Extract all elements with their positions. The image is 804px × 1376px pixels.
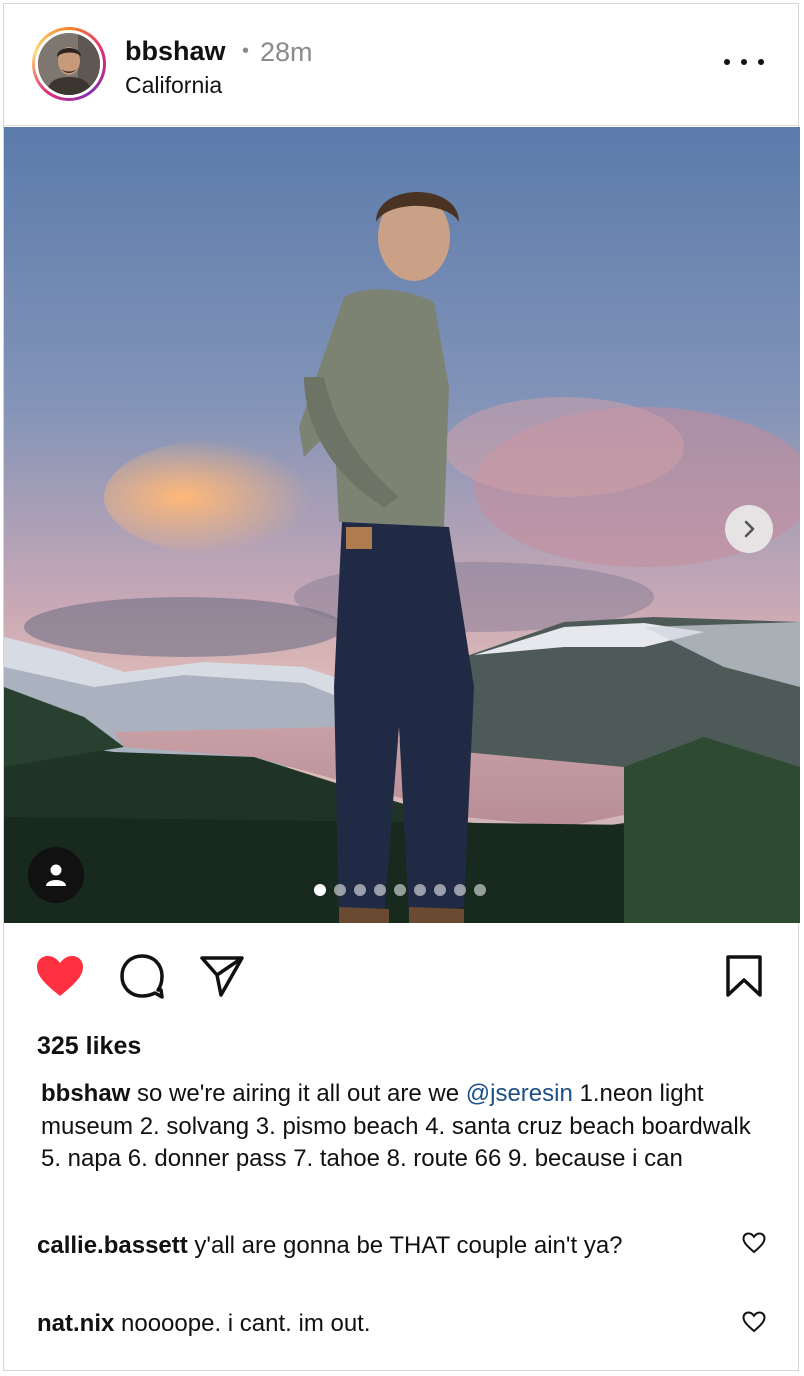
carousel-dot [414, 884, 426, 896]
save-button[interactable] [718, 950, 770, 1002]
carousel-dot [474, 884, 486, 896]
comment-username[interactable]: callie.bassett [37, 1232, 188, 1259]
caption-username[interactable]: bbshaw [41, 1080, 130, 1107]
chevron-right-icon [744, 520, 755, 538]
post-caption: bbshaw so we're airing it all out are we… [41, 1078, 761, 1176]
post-time[interactable]: 28m [260, 37, 313, 68]
comment-text: y'all are gonna be THAT couple ain't ya? [187, 1232, 623, 1259]
comment-icon [120, 954, 164, 999]
heart-outline-icon [742, 1311, 766, 1333]
carousel-dot [354, 884, 366, 896]
carousel-dot [394, 884, 406, 896]
carousel-dot [374, 884, 386, 896]
avatar-image [38, 33, 100, 95]
comment-like-button[interactable] [740, 1308, 768, 1336]
carousel-indicator [314, 884, 486, 898]
user-icon [46, 864, 66, 886]
paper-plane-icon [200, 956, 244, 997]
comment-item: nat.nix noooope. i cant. im out. [37, 1307, 717, 1341]
heart-filled-icon [37, 956, 83, 996]
avatar[interactable] [32, 27, 106, 101]
heart-outline-icon [742, 1232, 766, 1254]
next-slide-button[interactable] [725, 505, 773, 553]
more-horizontal-icon [724, 59, 730, 65]
tagged-users-button[interactable] [28, 847, 84, 903]
post-card: bbshaw • 28m California 325 likes bbshaw… [3, 3, 800, 1371]
comment-button[interactable] [116, 950, 168, 1002]
like-button[interactable] [34, 950, 86, 1002]
caption-text: so we're airing it all out are we [130, 1080, 466, 1107]
share-button[interactable] [196, 950, 248, 1002]
post-location[interactable]: California [125, 72, 222, 99]
likes-count[interactable]: 325 likes [37, 1032, 141, 1061]
post-photo[interactable] [4, 127, 800, 923]
comment-item: callie.bassett y'all are gonna be THAT c… [37, 1229, 717, 1263]
separator-dot: • [242, 40, 250, 62]
carousel-dot [434, 884, 446, 896]
post-header: bbshaw • 28m California [4, 4, 798, 126]
carousel-dot [314, 884, 326, 896]
post-username[interactable]: bbshaw [125, 36, 226, 67]
caption-mention[interactable]: @jseresin [466, 1080, 573, 1107]
comment-username[interactable]: nat.nix [37, 1310, 114, 1337]
comment-text: noooope. i cant. im out. [114, 1310, 371, 1337]
more-options-button[interactable] [724, 50, 764, 74]
bookmark-icon [726, 955, 762, 997]
carousel-dot [454, 884, 466, 896]
carousel-dot [334, 884, 346, 896]
action-bar [4, 924, 798, 1024]
comment-like-button[interactable] [740, 1229, 768, 1257]
